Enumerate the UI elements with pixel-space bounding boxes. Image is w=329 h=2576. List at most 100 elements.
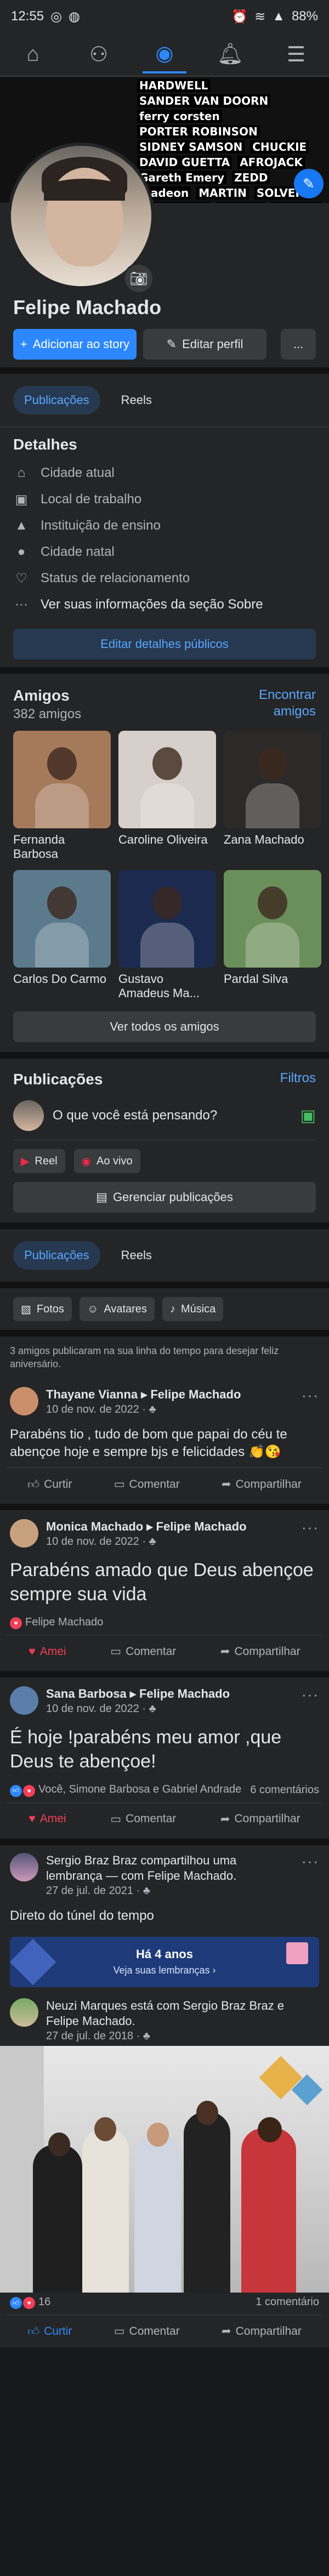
compose-post-input[interactable]: O que você está pensando? (53, 1108, 292, 1123)
nav-friends-button[interactable]: ⚇ (77, 35, 121, 73)
reaction-summary[interactable]: Felipe Machado (25, 1616, 103, 1628)
share-icon: ➦ (222, 2325, 231, 2338)
comment-button[interactable]: ▭ Comentar (110, 1812, 176, 1826)
friend-photo[interactable] (224, 870, 321, 968)
tab-reels-feed[interactable]: Reels (110, 1241, 163, 1270)
friend-card[interactable]: Fernanda Barbosa (13, 731, 111, 861)
find-friends-link[interactable]: Encontrar amigos (239, 687, 316, 722)
more-options-button[interactable]: ... (281, 329, 316, 360)
tab-reels[interactable]: Reels (110, 386, 163, 414)
share-button[interactable]: ➦ Compartilhar (220, 1812, 300, 1826)
filters-link[interactable]: Filtros (280, 1071, 316, 1088)
post-options-button[interactable]: ··· (302, 1387, 319, 1404)
avatar[interactable] (10, 1686, 38, 1715)
friend-card[interactable]: Caroline Oliveira (118, 731, 216, 861)
change-avatar-button[interactable]: 📷︎ (123, 263, 154, 294)
avatars-chip[interactable]: ☺ Avatares (79, 1297, 155, 1321)
edit-profile-button[interactable]: ✎ Editar perfil (143, 329, 266, 360)
share-icon: ➦ (220, 1812, 230, 1826)
cover-word: MARTIN (196, 186, 249, 200)
cover-word: CHUCKIE (250, 140, 309, 153)
friend-name[interactable]: Fernanda Barbosa (13, 833, 111, 861)
friend-card[interactable]: Pardal Silva (224, 870, 321, 1000)
post-options-button[interactable]: ··· (302, 1519, 319, 1536)
post-author[interactable]: Thayane Vianna ▸ Felipe Machado (46, 1387, 294, 1402)
nav-notifications-button[interactable]: 🔔︎ (208, 35, 252, 73)
nav-menu-button[interactable]: ☰ (274, 35, 318, 73)
like-button[interactable]: 👍︎ Curtir (27, 2324, 72, 2339)
nav-home-button[interactable]: ⌂ (11, 35, 55, 73)
profile-icon: ◉ (155, 42, 174, 65)
profile-name: Felipe Machado (13, 296, 162, 319)
memory-banner[interactable]: Há 4 anos Veja suas lembranças › (10, 1936, 319, 1987)
reaction-summary[interactable]: Você, Simone Barbosa e Gabriel Andrade (38, 1783, 241, 1795)
avatar[interactable] (10, 1852, 38, 1881)
comment-count[interactable]: 6 comentários (250, 1784, 319, 1796)
reel-button[interactable]: ▶ Reel (13, 1149, 65, 1173)
music-chip[interactable]: ♪ Música (162, 1297, 224, 1321)
friend-name[interactable]: Pardal Silva (224, 972, 321, 1000)
nav-profile-button[interactable]: ◉ (143, 35, 186, 73)
comment-button[interactable]: ▭ Comentar (114, 2324, 180, 2338)
react-button[interactable]: ♥ Amei (29, 1645, 66, 1658)
friend-name[interactable]: Caroline Oliveira (118, 833, 216, 861)
friend-card[interactable]: Carlos Do Carmo (13, 870, 111, 1000)
avatar[interactable] (10, 1998, 38, 2027)
photos-chip[interactable]: ▧ Fotos (13, 1297, 72, 1321)
friend-card[interactable]: Zana Machado (224, 731, 321, 861)
heart-icon: ♡ (15, 571, 27, 586)
post-options-button[interactable]: ··· (302, 1686, 319, 1703)
cover-edit-button[interactable]: ✎ (294, 169, 324, 198)
detail-education[interactable]: ▲ Instituição de ensino (13, 513, 316, 539)
comment-count[interactable]: 1 comentário (256, 2296, 319, 2308)
wifi-icon: ≋ (254, 9, 266, 24)
detail-relationship[interactable]: ♡ Status de relacionamento (13, 565, 316, 592)
post-options-button[interactable]: ··· (302, 1853, 319, 1870)
avatar-icon: ☺ (87, 1303, 99, 1315)
live-button[interactable]: ◉ Ao vivo (73, 1149, 140, 1173)
detail-hometown[interactable]: ● Cidade natal (13, 539, 316, 565)
detail-see-more[interactable]: ··· Ver suas informações da seção Sobre (13, 592, 316, 618)
post-author[interactable]: Sana Barbosa ▸ Felipe Machado (46, 1686, 294, 1702)
detail-workplace[interactable]: ▣ Local de trabalho (13, 486, 316, 513)
friend-name[interactable]: Zana Machado (224, 833, 321, 861)
comment-button[interactable]: ▭ Comentar (114, 1477, 180, 1491)
home-icon: ⌂ (17, 465, 26, 480)
share-button[interactable]: ➦ Compartilhar (222, 2324, 302, 2338)
post-author[interactable]: Monica Machado ▸ Felipe Machado (46, 1519, 294, 1534)
pencil-icon: ✎ (166, 337, 177, 351)
share-button[interactable]: ➦ Compartilhar (222, 1477, 302, 1491)
friend-photo[interactable] (13, 731, 111, 828)
friend-photo[interactable] (118, 870, 216, 968)
comment-button[interactable]: ▭ Comentar (110, 1645, 176, 1658)
location-pin-icon: ● (17, 544, 26, 559)
friend-name[interactable]: Gustavo Amadeus Ma... (118, 972, 216, 1000)
post-author[interactable]: Sergio Braz Braz compartilhou uma lembra… (46, 1853, 294, 1884)
photo-icon[interactable]: ▣ (300, 1106, 316, 1125)
manage-posts-button[interactable]: ▤ Gerenciar publicações (13, 1182, 316, 1213)
see-all-friends-button[interactable]: Ver todos os amigos (13, 1011, 316, 1042)
react-button[interactable]: 👍︎ Curtir (27, 1477, 72, 1492)
friend-name[interactable]: Carlos Do Carmo (13, 972, 111, 1000)
share-button[interactable]: ➦ Compartilhar (220, 1645, 300, 1658)
tab-publicacoes-feed[interactable]: Publicações (13, 1241, 100, 1270)
clock: 12:55 (11, 9, 44, 24)
avatar[interactable] (10, 1387, 38, 1415)
friend-photo[interactable] (118, 731, 216, 828)
group-photo[interactable] (0, 2045, 329, 2293)
add-story-button[interactable]: + Adicionar ao story (13, 329, 137, 360)
react-button[interactable]: ♥ Amei (29, 1812, 66, 1826)
friend-photo[interactable] (13, 870, 111, 968)
education-icon: ▲ (15, 518, 28, 533)
battery-level: 88% (291, 9, 318, 24)
detail-current-city[interactable]: ⌂ Cidade atual (13, 460, 316, 486)
home-icon: ⌂ (26, 42, 39, 66)
friend-photo[interactable] (224, 731, 321, 828)
avatar[interactable] (10, 1519, 38, 1548)
reaction-count[interactable]: 16 (38, 2296, 50, 2308)
edit-public-details-button[interactable]: Editar detalhes públicos (13, 629, 316, 659)
post: Sana Barbosa ▸ Felipe Machado 10 de nov. … (0, 1677, 329, 1839)
tab-publicacoes[interactable]: Publicações (13, 386, 100, 414)
friend-card[interactable]: Gustavo Amadeus Ma... (118, 870, 216, 1000)
inner-post-author[interactable]: Neuzi Marques está com Sergio Braz Braz … (46, 1998, 319, 2029)
